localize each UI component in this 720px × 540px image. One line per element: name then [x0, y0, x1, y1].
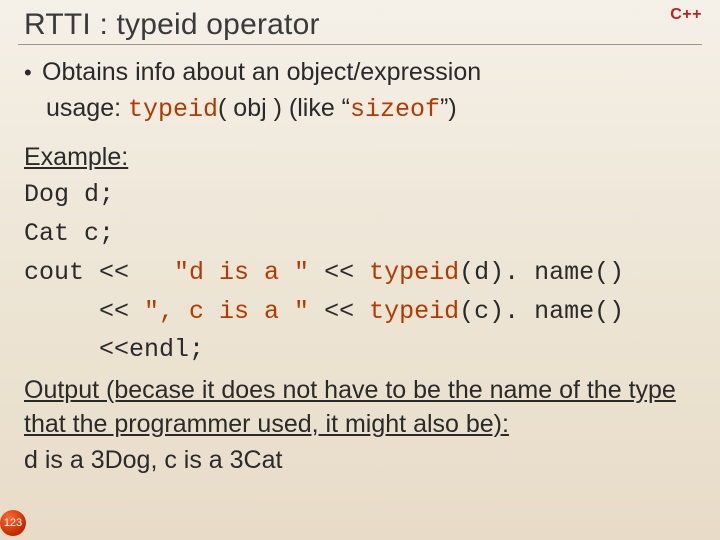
example-block: Example: Dog d; Cat c; cout << "d is a "…	[24, 141, 700, 371]
usage-line: usage: typeid( obj ) (like “sizeof”)	[46, 92, 700, 127]
usage-suffix: ”)	[440, 94, 457, 122]
code-l3-c: <<	[309, 258, 369, 287]
code-l3-typeid: typeid	[369, 258, 459, 287]
code-l3-a: cout <<	[24, 258, 174, 287]
cpp-badge: C++	[670, 6, 702, 24]
code-l5: <<endl;	[24, 335, 204, 364]
usage-mid: ( obj ) (like “	[218, 94, 350, 122]
typeid-keyword: typeid	[128, 95, 218, 124]
code-l2: Cat c;	[24, 219, 114, 248]
example-label: Example:	[24, 143, 128, 171]
code-l4-str: ", c is a "	[144, 297, 309, 326]
bullet-icon: •	[24, 58, 42, 88]
slide: C++ RTTI : typeid operator • Obtains inf…	[0, 0, 720, 540]
title-divider	[18, 44, 702, 45]
content-area: • Obtains info about an object/expressio…	[24, 56, 700, 477]
code-block: Dog d; Cat c; cout << "d is a " << typei…	[24, 176, 700, 370]
code-l4-typeid: typeid	[369, 297, 459, 326]
output-section: Output (becase it does not have to be th…	[24, 374, 700, 477]
slide-title: RTTI : typeid operator	[24, 8, 700, 42]
code-l1: Dog d;	[24, 180, 114, 209]
code-l4-c: <<	[309, 297, 369, 326]
code-l3-str: "d is a "	[174, 258, 309, 287]
usage-prefix: usage:	[46, 94, 128, 122]
slide-number-badge: 123	[0, 510, 26, 536]
code-l4-a: <<	[24, 297, 144, 326]
output-label: Output (becase it does not have to be th…	[24, 376, 676, 438]
output-text: d is a 3Dog, c is a 3Cat	[24, 444, 700, 478]
sizeof-keyword: sizeof	[350, 95, 440, 124]
code-l4-e: (c). name()	[459, 297, 624, 326]
bullet-line: • Obtains info about an object/expressio…	[24, 56, 700, 90]
bullet-text: Obtains info about an object/expression	[42, 56, 481, 90]
code-l3-e: (d). name()	[459, 258, 624, 287]
